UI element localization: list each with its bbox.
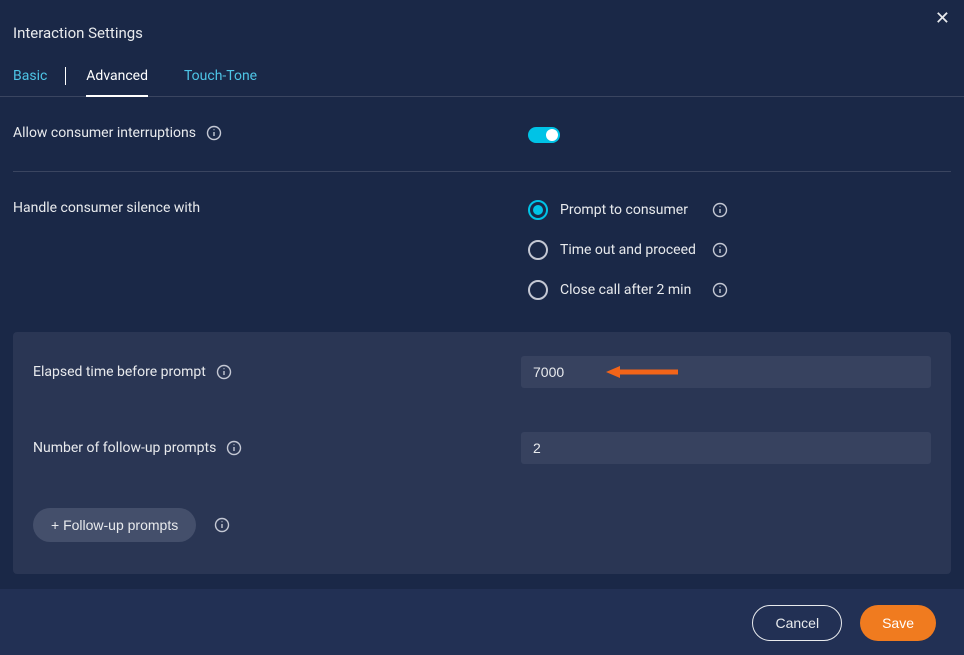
prompt-settings-panel: Elapsed time before prompt: [13, 332, 951, 574]
followup-count-input[interactable]: [521, 432, 931, 464]
info-icon[interactable]: [712, 242, 728, 258]
allow-interruptions-label: Allow consumer interruptions: [13, 125, 196, 141]
silence-radio-group: Prompt to consumer Time out and proceed: [528, 200, 951, 300]
elapsed-time-label: Elapsed time before prompt: [33, 364, 206, 380]
radio-close-label: Close call after 2 min: [560, 282, 700, 298]
add-followup-button[interactable]: + Follow-up prompts: [33, 508, 196, 542]
followup-prompts-row: + Follow-up prompts: [33, 508, 931, 542]
allow-interruptions-toggle[interactable]: [528, 127, 560, 143]
tab-basic[interactable]: Basic: [13, 56, 47, 96]
handle-silence-row: Handle consumer silence with Prompt to c…: [13, 172, 951, 328]
followup-count-label: Number of follow-up prompts: [33, 440, 216, 456]
followup-count-row: Number of follow-up prompts: [33, 432, 931, 464]
handle-silence-label: Handle consumer silence with: [13, 200, 200, 216]
cancel-button[interactable]: Cancel: [752, 605, 842, 641]
info-icon[interactable]: [712, 202, 728, 218]
radio-option-close[interactable]: Close call after 2 min: [528, 280, 951, 300]
interaction-settings-modal: ✕ Interaction Settings Basic Advanced To…: [0, 0, 964, 655]
info-icon[interactable]: [206, 125, 222, 141]
allow-interruptions-row: Allow consumer interruptions: [13, 97, 951, 172]
radio-prompt-label: Prompt to consumer: [560, 202, 700, 218]
close-button[interactable]: ✕: [935, 8, 950, 29]
tab-touchtone[interactable]: Touch-Tone: [184, 56, 257, 96]
modal-footer: Cancel Save: [0, 589, 964, 655]
info-icon[interactable]: [226, 440, 242, 456]
save-button[interactable]: Save: [860, 605, 936, 641]
info-icon[interactable]: [214, 517, 230, 533]
info-icon[interactable]: [216, 364, 232, 380]
elapsed-time-input[interactable]: [521, 356, 931, 388]
modal-content: Allow consumer interruptions Handle cons…: [0, 97, 964, 574]
tab-advanced[interactable]: Advanced: [86, 56, 148, 96]
radio-prompt[interactable]: [528, 200, 548, 220]
tab-separator: [65, 67, 66, 85]
modal-title: Interaction Settings: [13, 24, 951, 42]
radio-option-timeout[interactable]: Time out and proceed: [528, 240, 951, 260]
radio-close[interactable]: [528, 280, 548, 300]
radio-timeout[interactable]: [528, 240, 548, 260]
radio-timeout-label: Time out and proceed: [560, 242, 700, 258]
modal-header: Interaction Settings: [0, 0, 964, 52]
tab-bar: Basic Advanced Touch-Tone: [0, 56, 964, 97]
close-icon: ✕: [935, 8, 950, 28]
info-icon[interactable]: [712, 282, 728, 298]
elapsed-time-row: Elapsed time before prompt: [33, 356, 931, 388]
radio-option-prompt[interactable]: Prompt to consumer: [528, 200, 951, 220]
